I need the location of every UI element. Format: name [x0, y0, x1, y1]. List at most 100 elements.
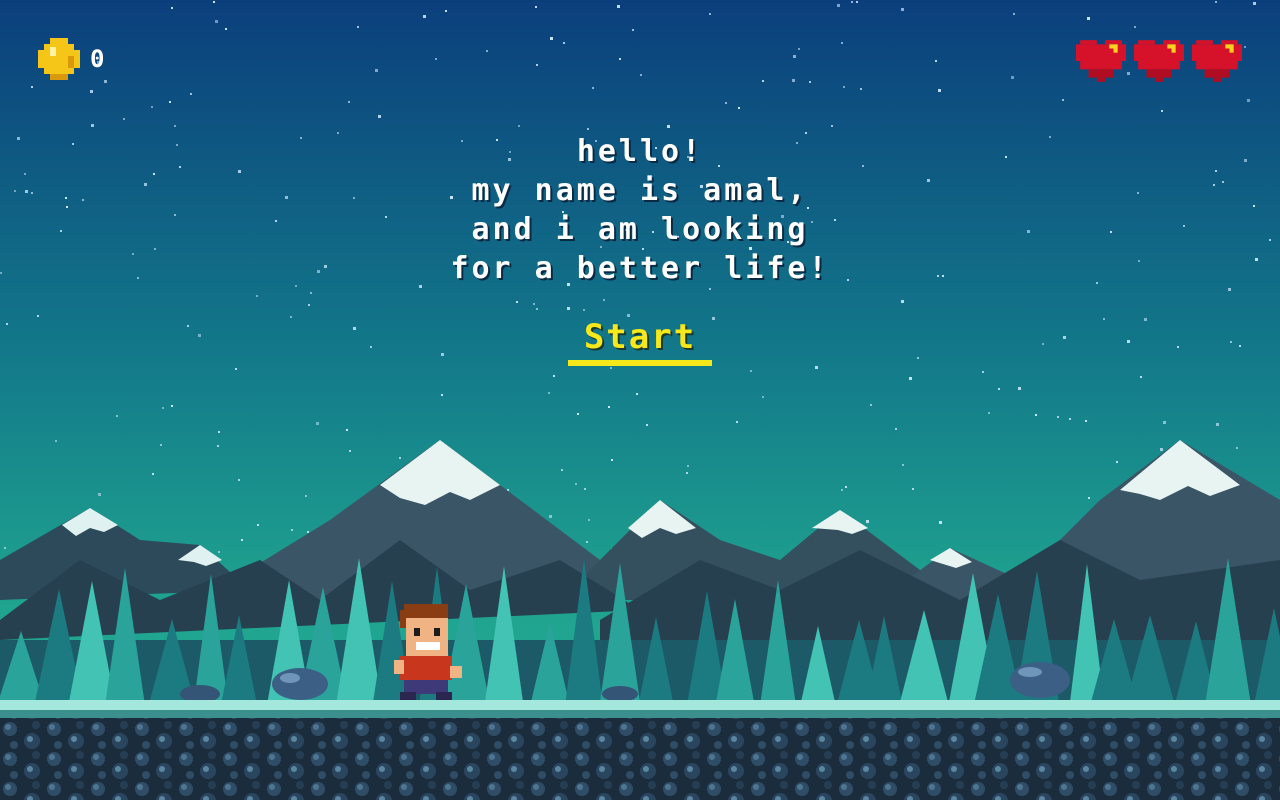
- rocky-ground: [0, 718, 1280, 800]
- star: [1027, 230, 1030, 233]
- coin-count: 0: [90, 45, 106, 73]
- star: [1215, 1, 1217, 3]
- star: [518, 125, 520, 127]
- star: [144, 183, 147, 186]
- star: [241, 539, 243, 541]
- star: [843, 86, 845, 88]
- star: [809, 81, 811, 83]
- star: [1049, 136, 1051, 138]
- star: [1228, 288, 1231, 291]
- star: [553, 375, 555, 377]
- star: [1269, 239, 1271, 241]
- star: [1127, 340, 1130, 343]
- star: [151, 106, 153, 108]
- star: [1116, 461, 1118, 463]
- intro-line: for a better life!: [450, 251, 830, 286]
- star: [116, 415, 118, 417]
- star: [4, 547, 6, 549]
- star: [533, 303, 535, 305]
- star: [82, 199, 84, 201]
- star: [563, 42, 565, 44]
- star: [1160, 448, 1163, 451]
- star: [171, 7, 173, 9]
- intro-line: My name is Amal,: [471, 173, 809, 208]
- star: [1096, 282, 1098, 284]
- star: [1163, 421, 1166, 424]
- star: [1134, 26, 1136, 28]
- star: [441, 394, 443, 396]
- star: [213, 1, 215, 3]
- star: [1140, 376, 1142, 378]
- star: [238, 170, 241, 173]
- lives-display: [1076, 40, 1242, 82]
- star: [617, 5, 620, 8]
- star: [169, 101, 171, 103]
- star: [1247, 99, 1250, 102]
- star: [55, 440, 57, 442]
- star: [860, 88, 862, 90]
- star: [235, 368, 237, 370]
- star: [24, 173, 26, 175]
- star: [1062, 99, 1064, 101]
- star: [793, 55, 796, 58]
- star: [317, 270, 320, 273]
- star: [901, 8, 904, 11]
- star: [348, 101, 350, 103]
- star: [725, 102, 727, 104]
- star: [584, 488, 586, 490]
- star: [1018, 387, 1021, 390]
- star: [686, 472, 688, 474]
- star: [856, 1, 858, 3]
- star: [399, 457, 401, 459]
- heart-icon: [1192, 40, 1242, 82]
- star: [1253, 2, 1256, 5]
- star: [750, 370, 752, 372]
- star: [0, 272, 2, 274]
- star: [902, 464, 904, 466]
- heart-icon: [1134, 40, 1184, 82]
- star: [935, 60, 937, 62]
- star: [1236, 447, 1238, 449]
- star: [153, 173, 155, 175]
- star: [1011, 76, 1014, 79]
- star: [217, 445, 219, 447]
- intro-message: Hello! My name is Amal, and I am looking…: [340, 132, 940, 288]
- star: [870, 404, 872, 406]
- star: [375, 69, 378, 72]
- star: [608, 406, 610, 408]
- star: [588, 519, 590, 521]
- star: [441, 353, 444, 356]
- star: [866, 520, 869, 523]
- star: [636, 393, 638, 395]
- star: [1222, 181, 1224, 183]
- star: [912, 488, 914, 490]
- star: [610, 367, 612, 369]
- star: [31, 86, 33, 88]
- star: [667, 125, 670, 128]
- star: [137, 277, 139, 279]
- star: [37, 315, 39, 317]
- star: [275, 220, 277, 222]
- coin-counter: 0: [38, 38, 105, 80]
- star: [225, 28, 227, 30]
- start-button[interactable]: Start: [568, 318, 712, 366]
- star: [190, 93, 192, 95]
- star: [619, 58, 621, 60]
- star: [162, 407, 164, 409]
- star: [198, 334, 201, 337]
- star: [66, 206, 68, 208]
- star: [535, 6, 537, 8]
- star: [586, 541, 588, 543]
- star: [132, 253, 134, 255]
- star: [17, 137, 20, 140]
- star: [176, 144, 178, 146]
- star: [1177, 346, 1179, 348]
- star: [295, 285, 297, 287]
- star: [841, 489, 843, 491]
- star: [445, 10, 447, 12]
- star: [308, 304, 310, 306]
- star: [831, 125, 833, 127]
- star: [736, 421, 738, 423]
- star: [171, 405, 173, 407]
- star: [1042, 343, 1044, 345]
